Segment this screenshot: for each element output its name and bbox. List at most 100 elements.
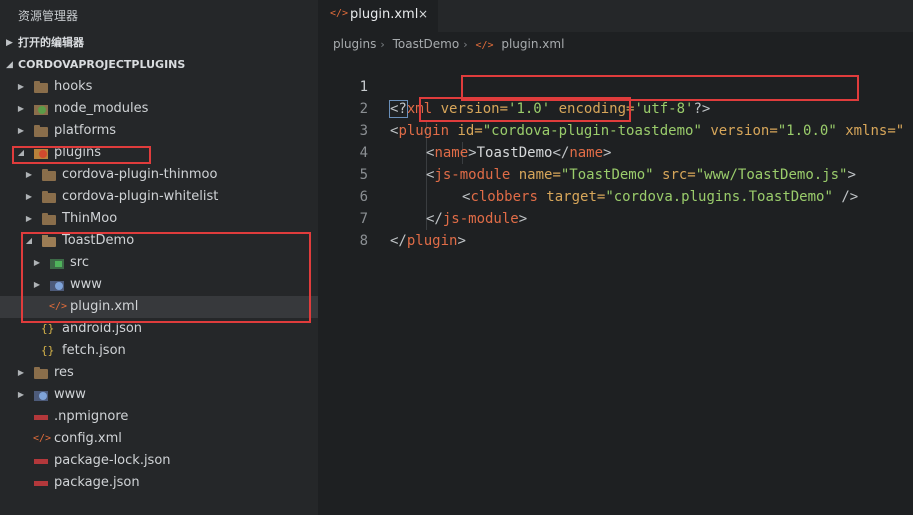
xml-file-icon: </> (49, 301, 68, 312)
tree-item-label: platforms (54, 123, 117, 138)
tree-item-label: package-lock.json (54, 453, 171, 468)
chevron-right-icon: ▶ (25, 192, 33, 201)
chevron-right-icon: ▶ (25, 170, 33, 179)
tree-item-hooks[interactable]: ▶ hooks (0, 76, 318, 98)
www-folder-icon (50, 279, 64, 291)
tree-item-label: .npmignore (54, 409, 129, 424)
breadcrumb-item-toastdemo[interactable]: ToastDemo (393, 37, 460, 51)
tree-item-www-inner[interactable]: ▶ www (0, 274, 318, 296)
chevron-down-icon: ◢ (6, 60, 13, 70)
chevron-down-icon: ◢ (25, 236, 33, 245)
chevron-right-icon: ▶ (25, 214, 33, 223)
token-bracket: </ (390, 233, 407, 249)
tab-plugin-xml[interactable]: </> plugin.xml × (318, 0, 438, 32)
folder-open-icon (42, 235, 56, 247)
tree-item-cordova-plugin-whitelist[interactable]: ▶ cordova-plugin-whitelist (0, 186, 318, 208)
code-line: 2 <plugin id="cordova-plugin-toastdemo" … (318, 76, 913, 139)
explorer-title: 资源管理器 (18, 9, 79, 23)
tree-item-label: cordova-plugin-thinmoo (62, 167, 218, 182)
token-bracket: > (457, 233, 466, 249)
code-line: 4 <js-module name="ToastDemo" src="www/T… (318, 120, 913, 183)
tree-item-res[interactable]: ▶ res (0, 362, 318, 384)
tree-item-www[interactable]: ▶ www (0, 384, 318, 406)
json-file-icon: {} (41, 322, 55, 335)
breadcrumb: plugins › ToastDemo › </> plugin.xml (333, 35, 568, 53)
npm-file-icon (34, 455, 48, 467)
tree-item-toastdemo[interactable]: ◢ ToastDemo (0, 230, 318, 252)
code-editor[interactable]: 1 <?xml version='1.0' encoding='utf-8'?>… (318, 54, 913, 515)
tree-item-label: hooks (54, 79, 93, 94)
xml-file-icon: </> (33, 433, 52, 444)
tree-item-label: ToastDemo (62, 233, 135, 248)
tree-item-src[interactable]: ▶ src (0, 252, 318, 274)
node-folder-icon (34, 103, 48, 115)
breadcrumb-item-plugin-xml[interactable]: plugin.xml (501, 37, 564, 51)
tree-item-package-lock-json[interactable]: package-lock.json (0, 450, 318, 472)
tree-item-fetch-json[interactable]: {} fetch.json (0, 340, 318, 362)
src-folder-icon (50, 257, 64, 269)
project-label: CORDOVAPROJECTPLUGINS (18, 58, 186, 71)
tree-item-label: package.json (54, 475, 140, 490)
www-folder-icon (34, 389, 48, 401)
json-file-icon: {} (41, 344, 55, 357)
folder-icon (42, 191, 56, 203)
vscode-window: 资源管理器 ▶ 打开的编辑器 ◢ CORDOVAPROJECTPLUGINS ▶… (0, 0, 913, 515)
chevron-right-icon: ▶ (6, 38, 13, 48)
folder-icon (34, 81, 48, 93)
tree-item-label: android.json (62, 321, 143, 336)
chevron-right-icon: ▶ (17, 82, 25, 91)
tree-item-label: src (70, 255, 89, 270)
tree-item-label: www (70, 277, 102, 292)
breadcrumb-item-plugins[interactable]: plugins (333, 37, 376, 51)
project-section[interactable]: ◢ CORDOVAPROJECTPLUGINS (0, 54, 318, 76)
chevron-right-icon: ▶ (17, 104, 25, 113)
code-line: 7 </plugin> (318, 186, 913, 249)
tree-item-plugins[interactable]: ◢ plugins (0, 142, 318, 164)
tree-item-label: config.xml (54, 431, 122, 446)
xml-file-icon: </> (330, 8, 349, 19)
chevron-right-icon: ▶ (17, 390, 25, 399)
chevron-right-icon: ▶ (33, 280, 41, 289)
tree-item-label: www (54, 387, 86, 402)
code-line: 6 </js-module> (318, 164, 913, 227)
chevron-right-icon: › (380, 38, 385, 51)
token-tag: plugin (406, 233, 458, 249)
tree-item-label: plugins (54, 145, 101, 160)
chevron-right-icon: ▶ (33, 258, 41, 267)
editor-tab-bar: </> plugin.xml × (318, 0, 913, 32)
line-number: 8 (359, 233, 368, 249)
folder-icon (34, 367, 48, 379)
open-editors-section[interactable]: ▶ 打开的编辑器 (0, 32, 318, 54)
tree-item-platforms[interactable]: ▶ platforms (0, 120, 318, 142)
tree-item-package-json[interactable]: package.json (0, 472, 318, 494)
tree-item-thinmoo[interactable]: ▶ ThinMoo (0, 208, 318, 230)
tree-item-plugin-xml[interactable]: </> plugin.xml (0, 296, 318, 318)
chevron-right-icon: › (463, 38, 468, 51)
folder-icon (42, 169, 56, 181)
tree-item-config-xml[interactable]: </> config.xml (0, 428, 318, 450)
tree-item-label: cordova-plugin-whitelist (62, 189, 219, 204)
tab-label: plugin.xml (350, 7, 419, 22)
xml-file-icon: </> (475, 40, 494, 51)
plugins-folder-icon (34, 147, 48, 159)
tree-item-android-json[interactable]: {} android.json (0, 318, 318, 340)
npm-file-icon (34, 411, 48, 423)
chevron-right-icon: ▶ (17, 126, 25, 135)
tree-item-cordova-plugin-thinmoo[interactable]: ▶ cordova-plugin-thinmoo (0, 164, 318, 186)
chevron-down-icon: ◢ (17, 148, 25, 157)
explorer-sidebar: 资源管理器 ▶ 打开的编辑器 ◢ CORDOVAPROJECTPLUGINS ▶… (0, 0, 318, 515)
code-line: 5 <clobbers target="cordova.plugins.Toas… (318, 142, 913, 205)
tree-item-npmignore[interactable]: .npmignore (0, 406, 318, 428)
tree-item-label: fetch.json (62, 343, 126, 358)
chevron-right-icon: ▶ (17, 368, 25, 377)
tree-item-node-modules[interactable]: ▶ node_modules (0, 98, 318, 120)
npm-file-icon (34, 477, 48, 489)
code-line: 1 <?xml version='1.0' encoding='utf-8'?> (318, 54, 913, 118)
folder-icon (34, 125, 48, 137)
close-icon[interactable]: × (418, 7, 428, 21)
line-content: </plugin> (390, 230, 466, 252)
tree-item-label: plugin.xml (70, 299, 139, 314)
folder-icon (42, 213, 56, 225)
tree-item-label: node_modules (54, 101, 149, 116)
code-line: 3 <name>ToastDemo</name> (318, 98, 913, 161)
